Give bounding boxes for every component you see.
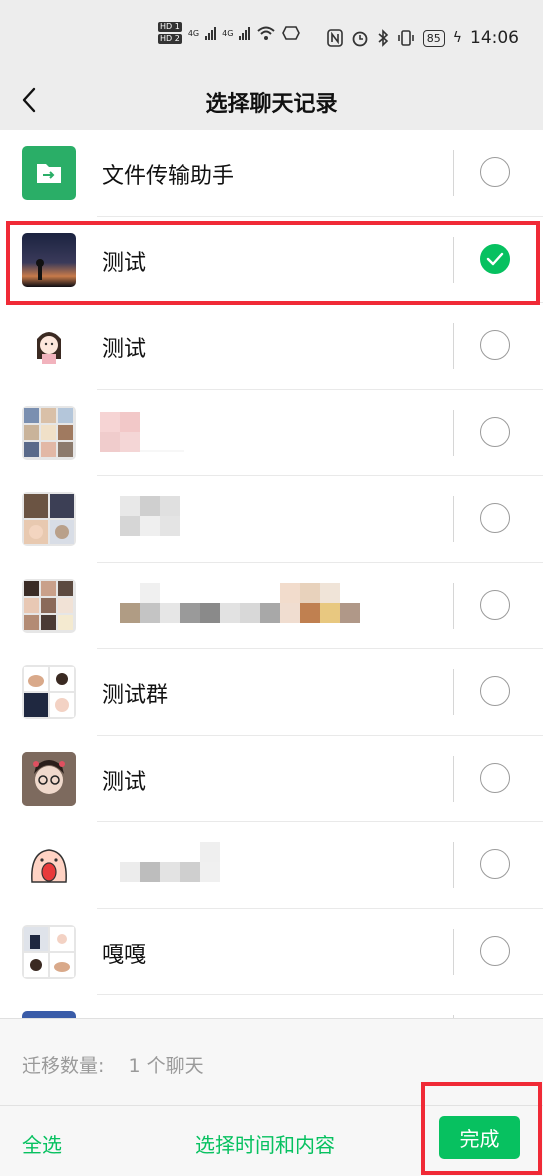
group-grid-avatar bbox=[22, 924, 76, 979]
select-checkbox[interactable] bbox=[480, 330, 510, 360]
nfc-icon bbox=[326, 29, 343, 47]
chat-row[interactable] bbox=[0, 563, 543, 649]
chat-row[interactable] bbox=[0, 822, 543, 909]
chat-row[interactable] bbox=[0, 995, 543, 1018]
divider bbox=[453, 323, 454, 369]
status-right: 85 ϟ 14:06 bbox=[326, 28, 519, 48]
clock: 14:06 bbox=[470, 28, 519, 48]
chat-name: 文件传输助手 bbox=[102, 164, 235, 189]
select-checkbox[interactable] bbox=[480, 243, 510, 274]
photo-sunset-avatar bbox=[22, 232, 76, 287]
cartoon-girl-avatar bbox=[22, 319, 76, 373]
select-checkbox[interactable] bbox=[480, 935, 510, 966]
chat-row[interactable]: 文件传输助手 bbox=[0, 130, 543, 217]
vibrate-icon bbox=[397, 30, 414, 46]
chat-row[interactable]: 测试 bbox=[0, 217, 543, 303]
chat-row[interactable]: 测试 bbox=[0, 736, 543, 822]
charging-icon: ϟ bbox=[452, 30, 462, 46]
blurred-name bbox=[120, 582, 360, 623]
status-bar: HD 1 HD 2 4G 4G 85 ϟ 14:06 bbox=[0, 0, 543, 72]
divider bbox=[453, 496, 454, 542]
signal-icon bbox=[205, 26, 217, 40]
select-checkbox[interactable] bbox=[480, 157, 510, 187]
chat-row[interactable]: 测试群 bbox=[0, 649, 543, 736]
hd-badge: HD 1 bbox=[158, 22, 182, 32]
divider bbox=[453, 928, 454, 975]
blurred-name bbox=[100, 496, 180, 536]
partial-avatar bbox=[22, 1011, 76, 1018]
select-checkbox[interactable] bbox=[480, 503, 510, 533]
vpn-icon bbox=[282, 26, 301, 40]
check-icon bbox=[486, 252, 504, 265]
group-grid-avatar bbox=[22, 578, 76, 633]
divider bbox=[453, 582, 454, 629]
done-button[interactable]: 完成 bbox=[439, 1116, 520, 1159]
chat-list[interactable]: 文件传输助手 测试 测试 测试群 测试 嘎嘎 bbox=[0, 130, 543, 1018]
blurred-name bbox=[100, 411, 184, 452]
migration-count: 迁移数量: 1 个聊天 bbox=[22, 1051, 204, 1078]
signal-icon bbox=[239, 26, 251, 40]
file-transfer-icon bbox=[22, 146, 76, 200]
select-checkbox[interactable] bbox=[480, 676, 510, 706]
group-grid-avatar bbox=[22, 405, 76, 460]
network-label: 4G bbox=[187, 28, 200, 38]
count-label: 迁移数量: bbox=[22, 1055, 105, 1077]
cartoon-screaming-avatar bbox=[22, 838, 76, 892]
battery-indicator: 85 bbox=[422, 29, 445, 47]
select-checkbox[interactable] bbox=[480, 762, 510, 793]
group-grid-avatar bbox=[22, 665, 76, 719]
select-all-button[interactable]: 全选 bbox=[22, 1129, 62, 1158]
hd-badge: HD 2 bbox=[158, 34, 182, 44]
chat-name: 测试 bbox=[102, 250, 147, 276]
selfie-avatar bbox=[22, 751, 76, 806]
wifi-icon bbox=[257, 26, 276, 40]
chat-row[interactable] bbox=[0, 390, 543, 476]
select-checkbox[interactable] bbox=[480, 849, 510, 879]
hd-badges: HD 1 HD 2 bbox=[158, 22, 182, 44]
chat-name: 嘎嘎 bbox=[102, 942, 147, 968]
divider bbox=[453, 842, 454, 888]
select-checkbox[interactable] bbox=[480, 589, 510, 620]
divider bbox=[453, 755, 454, 802]
group-grid-avatar bbox=[22, 492, 76, 546]
divider bbox=[453, 669, 454, 715]
footer-bar: 迁移数量: 1 个聊天 全选 选择时间和内容 完成 bbox=[0, 1018, 543, 1176]
footer-divider bbox=[0, 1105, 543, 1106]
chat-row[interactable]: 测试 bbox=[0, 303, 543, 390]
bluetooth-icon bbox=[378, 29, 388, 47]
select-checkbox[interactable] bbox=[480, 416, 510, 447]
divider bbox=[453, 409, 454, 456]
alarm-icon bbox=[352, 31, 368, 47]
blurred-name bbox=[120, 842, 220, 882]
choose-time-content-button[interactable]: 选择时间和内容 bbox=[195, 1129, 335, 1158]
page-title: 选择聊天记录 bbox=[205, 92, 338, 117]
network-label: 4G bbox=[222, 28, 234, 38]
chat-name: 测试群 bbox=[102, 683, 169, 708]
nav-header: 选择聊天记录 bbox=[0, 72, 543, 130]
chat-row[interactable]: 嘎嘎 bbox=[0, 909, 543, 995]
status-left: HD 1 HD 2 4G 4G bbox=[158, 22, 301, 44]
chat-name: 测试 bbox=[102, 337, 147, 362]
divider bbox=[453, 150, 454, 196]
count-value: 1 个聊天 bbox=[128, 1055, 204, 1077]
chat-row[interactable] bbox=[0, 476, 543, 563]
chat-name: 测试 bbox=[102, 769, 147, 795]
divider bbox=[453, 236, 454, 283]
